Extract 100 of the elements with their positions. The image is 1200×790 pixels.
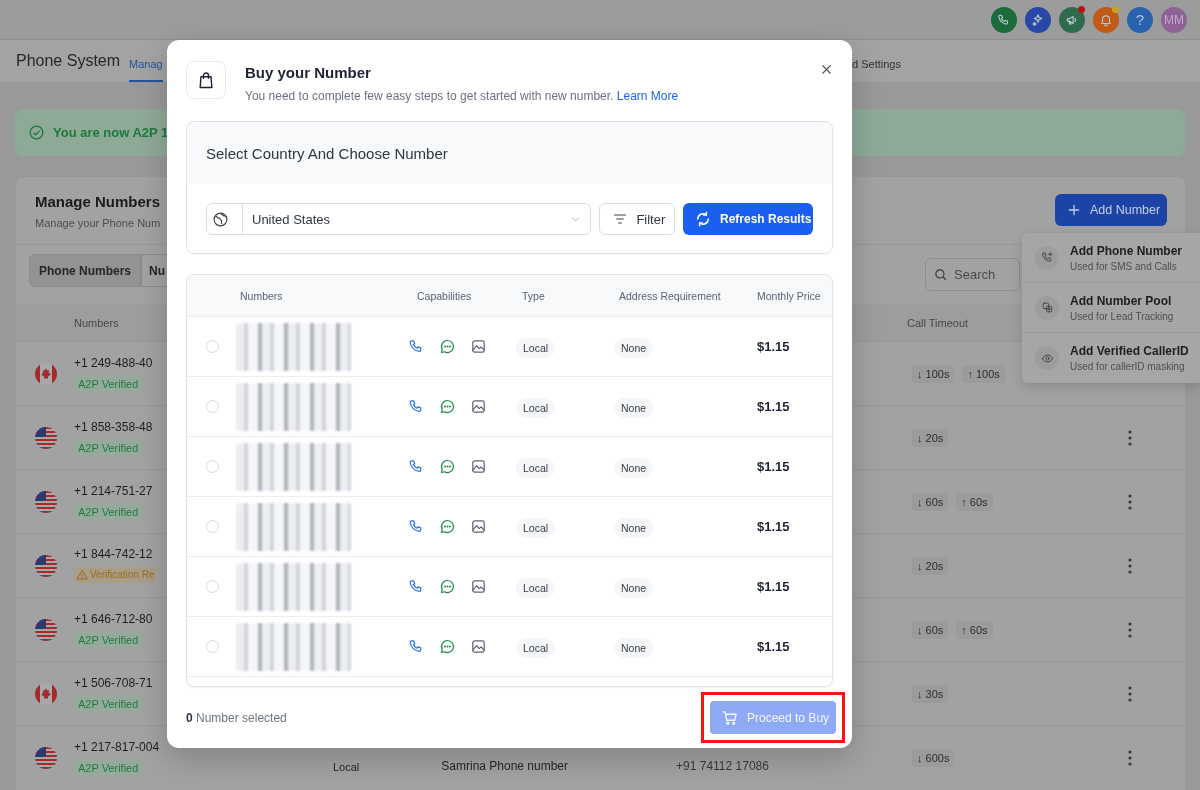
price-cell-text: $1.15 [756, 399, 791, 414]
stars-stripes-flag-icon [34, 745, 58, 770]
status-badge: Verification Re [74, 566, 157, 583]
megaphone-button[interactable] [1059, 6, 1085, 33]
close-button[interactable] [819, 62, 834, 77]
more-icon[interactable] [1128, 558, 1132, 574]
type-tag: Local [516, 637, 556, 658]
type-tag: Local [516, 517, 556, 538]
more-icon[interactable] [1128, 622, 1132, 638]
image-icon [470, 398, 487, 415]
menu-item-subtitle: Used for callerID masking [1070, 361, 1186, 372]
menu-item[interactable]: Add Verified CallerID Used for callerID masking [1022, 333, 1200, 383]
segment-tab[interactable]: Phone Numbers [29, 254, 141, 287]
phone-number: +1 506-708-71 [74, 675, 153, 690]
timeout-chip: ↓ 600s [912, 748, 955, 767]
refresh-results-button[interactable]: Refresh Results [683, 203, 813, 235]
column-header: Type [521, 289, 546, 302]
selection-count: 0 Number selected [186, 710, 287, 725]
search-field[interactable]: Search [925, 258, 1020, 291]
image-icon [470, 338, 487, 355]
search-icon [933, 267, 948, 282]
forward-number: +91 74112 17086 [676, 759, 769, 773]
globe-icon [212, 210, 229, 228]
sparkle-icon [1031, 12, 1045, 27]
column-header: Numbers [239, 289, 284, 302]
timeout-chip: ↑ 60s [956, 492, 993, 511]
number-type: Local [333, 761, 360, 773]
segment-tab[interactable]: Nu [141, 254, 169, 287]
refresh-icon [694, 210, 712, 228]
menu-item[interactable]: Add Number Pool Used for Lead Tracking [1022, 283, 1200, 333]
timeout-chip: ↓ 20s [912, 556, 949, 575]
timeout-chip: ↓ 60s [912, 620, 949, 639]
maple-leaf-flag-icon [34, 681, 58, 706]
check-circle-icon [28, 124, 45, 141]
more-icon[interactable] [1128, 430, 1132, 446]
radio-button[interactable] [206, 399, 219, 413]
radio-button[interactable] [206, 339, 219, 353]
radio-button[interactable] [206, 459, 219, 473]
status-badge: A2P Verified [74, 759, 143, 776]
timeout-chip: ↓ 60s [912, 492, 949, 511]
status-badge: A2P Verified [74, 503, 143, 520]
learn-more-link[interactable]: Learn More [616, 89, 679, 103]
tab[interactable]: d Settings [852, 58, 901, 72]
phone-number: +1 844-742-12 [74, 546, 154, 561]
page-title: Phone System [16, 52, 121, 70]
price-cell-text: $1.15 [756, 339, 791, 354]
timeout-chip: ↑ 60s [956, 620, 993, 639]
shopping-bag-icon [196, 70, 216, 90]
phone-plus-icon [1040, 251, 1054, 264]
modal-title: Buy your Number [245, 64, 372, 81]
status-badge: A2P Verified [74, 439, 143, 456]
close-icon [819, 62, 834, 77]
phone-number: +1 249-488-40 [74, 355, 153, 370]
filter-button[interactable]: Filter [599, 203, 675, 235]
timeout-chip: ↓ 20s [912, 428, 949, 447]
column-header: Numbers [73, 316, 119, 329]
card-title: Manage Numbers [35, 193, 162, 210]
tab[interactable]: Manag [129, 48, 163, 82]
stacked-squares-icon [1040, 301, 1054, 314]
address-tag: None [614, 637, 654, 658]
column-header: Capabilities [416, 289, 473, 302]
card-subtitle: Manage your Phone Num [35, 217, 162, 229]
alert-text: You are now A2P 1 [53, 125, 169, 140]
phone-number: +1 858-358-48 [74, 419, 153, 434]
type-tag: Local [516, 337, 556, 358]
stars-stripes-flag-icon [34, 425, 58, 450]
radio-button[interactable] [206, 639, 219, 653]
more-icon[interactable] [1128, 494, 1132, 510]
column-header: Monthly Price [756, 289, 822, 302]
more-icon[interactable] [1128, 686, 1132, 702]
section-title: Select Country And Choose Number [187, 122, 832, 184]
bell-icon [1099, 12, 1113, 27]
sparkle-button[interactable] [1025, 6, 1051, 33]
address-tag: None [614, 397, 654, 418]
address-tag: None [614, 577, 654, 598]
cart-icon [721, 708, 739, 727]
address-tag: None [614, 457, 654, 478]
phone-button[interactable] [991, 6, 1017, 33]
menu-item-subtitle: Used for SMS and Calls [1070, 260, 1178, 272]
timeout-chip: ↓ 100s [912, 364, 955, 383]
help-button[interactable]: ? [1127, 6, 1153, 33]
chat-bubble-icon [439, 578, 456, 595]
country-select[interactable]: United States [206, 203, 592, 235]
chat-bubble-icon [439, 638, 456, 655]
add-number-button[interactable]: Add Number [1055, 194, 1167, 226]
bell-button[interactable] [1093, 6, 1119, 33]
image-icon [470, 578, 487, 595]
radio-button[interactable] [206, 519, 219, 533]
status-badge: A2P Verified [74, 695, 143, 712]
more-icon[interactable] [1128, 750, 1132, 766]
column-header: Address Requirement [618, 289, 722, 302]
modal-subtitle: You need to complete few easy steps to get started with new number. Learn More [245, 89, 679, 103]
warning-icon [76, 568, 88, 581]
column-header: Call Timeout [906, 316, 969, 329]
phone-number: +1 214-751-27 [74, 483, 153, 498]
chat-bubble-icon [439, 458, 456, 475]
radio-button[interactable] [206, 579, 219, 593]
phone-icon [997, 12, 1011, 27]
menu-item[interactable]: Add Phone Number Used for SMS and Calls [1022, 233, 1200, 283]
address-tag: None [614, 517, 654, 538]
